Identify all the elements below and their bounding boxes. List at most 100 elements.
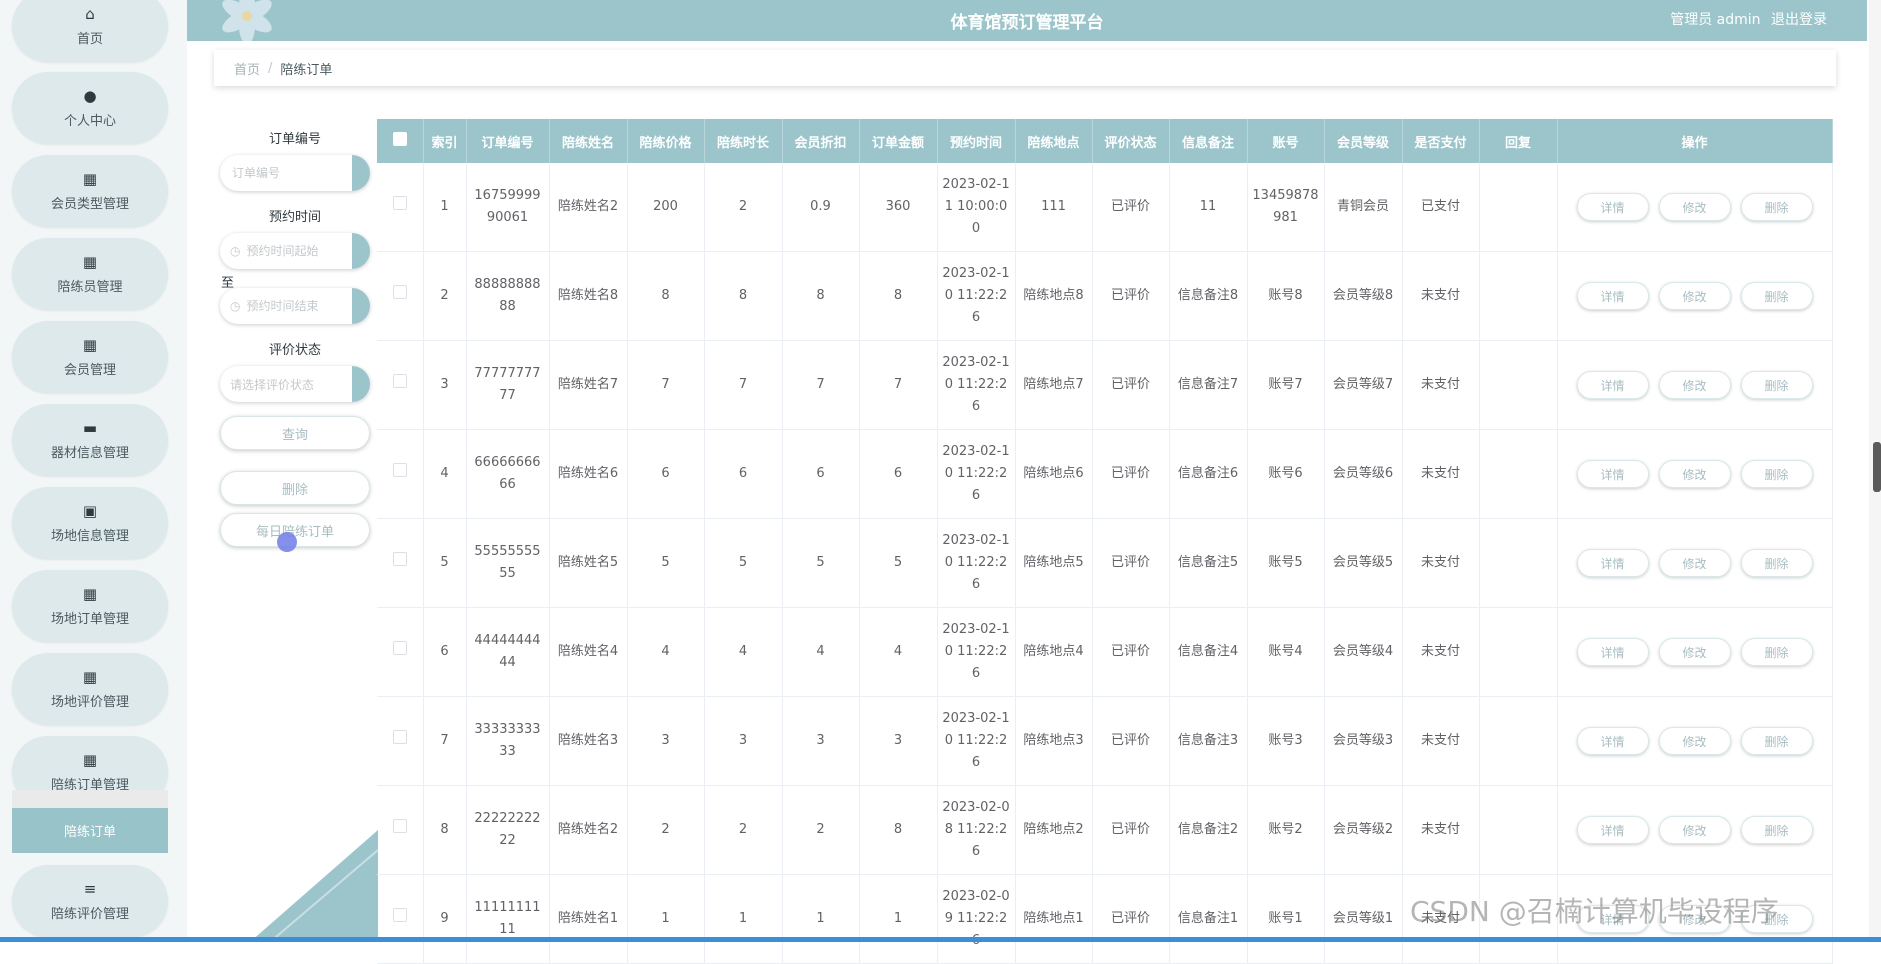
review-status-select[interactable]: 请选择评价状态 bbox=[220, 366, 370, 402]
column-header: 订单金额 bbox=[859, 119, 938, 163]
delete-row-button[interactable]: 删除 bbox=[1740, 638, 1813, 666]
delete-row-button[interactable]: 删除 bbox=[1740, 371, 1813, 399]
detail-button[interactable]: 详情 bbox=[1576, 727, 1649, 755]
edit-button[interactable]: 修改 bbox=[1658, 282, 1731, 310]
delete-row-button[interactable]: 删除 bbox=[1740, 727, 1813, 755]
table-cell: 青铜会员 bbox=[1324, 163, 1403, 252]
table-cell: 200 bbox=[627, 163, 705, 252]
table-cell: 会员等级7 bbox=[1324, 340, 1403, 430]
table-row: 3 7777777777 陪练姓名7 7 7 7 7 2023-02-10 11:22:26 陪… bbox=[377, 340, 1833, 430]
row-checkbox[interactable] bbox=[392, 285, 407, 299]
edit-button[interactable]: 修改 bbox=[1658, 727, 1731, 755]
table-row: 2 8888888888 陪练姓名8 8 8 8 8 2023-02-10 11:22:26 陪… bbox=[377, 251, 1833, 341]
table-cell bbox=[1479, 340, 1558, 430]
edit-button[interactable]: 修改 bbox=[1658, 816, 1731, 844]
table-cell: 4 bbox=[704, 607, 783, 697]
row-select-cell bbox=[377, 607, 424, 697]
table-cell: 陪练姓名3 bbox=[549, 696, 628, 786]
select-all-checkbox[interactable] bbox=[392, 132, 407, 146]
clipboard-icon: ▣ bbox=[82, 501, 98, 520]
detail-button[interactable]: 详情 bbox=[1576, 282, 1649, 310]
row-checkbox[interactable] bbox=[392, 374, 407, 388]
grid-icon: ▦ bbox=[82, 252, 98, 271]
delete-row-button[interactable]: 删除 bbox=[1740, 282, 1813, 310]
table-cell: 信息备注2 bbox=[1169, 785, 1248, 875]
sidebar-item[interactable]: ≡ 陪练评价管理 bbox=[12, 865, 168, 937]
breadcrumb-home[interactable]: 首页 bbox=[234, 59, 260, 78]
edit-button[interactable]: 修改 bbox=[1658, 638, 1731, 666]
time-end-input[interactable] bbox=[244, 298, 345, 314]
user-area: 管理员 admin 退出登录 bbox=[1664, 9, 1827, 29]
detail-button[interactable]: 详情 bbox=[1576, 638, 1649, 666]
delete-button[interactable]: 删除 bbox=[220, 471, 370, 505]
table-cell: 6 bbox=[627, 429, 705, 519]
sidebar-item[interactable]: ▦ 场地订单管理 bbox=[12, 570, 168, 642]
detail-button[interactable]: 详情 bbox=[1576, 549, 1649, 577]
mouse-cursor-indicator bbox=[277, 532, 297, 552]
detail-button[interactable]: 详情 bbox=[1576, 816, 1649, 844]
sidebar-divider bbox=[12, 790, 168, 810]
table-cell: 2 bbox=[423, 251, 467, 341]
row-checkbox[interactable] bbox=[392, 730, 407, 744]
delete-row-button[interactable]: 删除 bbox=[1740, 816, 1813, 844]
select-all-header[interactable] bbox=[377, 119, 424, 163]
page-scrollbar-thumb[interactable] bbox=[1873, 442, 1881, 492]
sidebar-item-label: 个人中心 bbox=[63, 113, 116, 129]
row-checkbox[interactable] bbox=[392, 819, 407, 833]
sidebar-item[interactable]: ▣ 场地信息管理 bbox=[12, 487, 168, 559]
table-row: 1 1675999990061 陪练姓名2 200 2 0.9 360 2023-02-11 … bbox=[377, 163, 1833, 252]
column-header: 是否支付 bbox=[1402, 119, 1480, 163]
delete-row-button[interactable]: 删除 bbox=[1740, 193, 1813, 221]
order-no-input[interactable] bbox=[230, 165, 344, 181]
row-actions: 详情 修改 删除 bbox=[1557, 340, 1833, 430]
column-header: 订单编号 bbox=[466, 119, 550, 163]
sidebar-item[interactable]: ⌂ 首页 bbox=[12, 0, 168, 62]
table-cell: 2023-02-10 11:22:26 bbox=[937, 696, 1016, 786]
table-cell: 已支付 bbox=[1402, 163, 1480, 252]
table-cell: 4444444444 bbox=[466, 607, 550, 697]
sidebar-item[interactable]: ● 个人中心 bbox=[12, 72, 168, 144]
table-cell: 账号6 bbox=[1247, 429, 1325, 519]
sidebar-subitem-active[interactable]: 陪练订单 bbox=[12, 808, 168, 853]
edit-button[interactable]: 修改 bbox=[1658, 460, 1731, 488]
table-cell: 账号1 bbox=[1247, 874, 1325, 964]
delete-row-button[interactable]: 删除 bbox=[1740, 460, 1813, 488]
table-cell: 5 bbox=[859, 518, 938, 608]
table-cell: 7 bbox=[704, 340, 783, 430]
detail-button[interactable]: 详情 bbox=[1576, 371, 1649, 399]
clock-icon: ◷ bbox=[230, 299, 241, 313]
time-start-input[interactable] bbox=[244, 243, 345, 259]
row-checkbox[interactable] bbox=[392, 196, 407, 210]
table-cell: 陪练姓名5 bbox=[549, 518, 628, 608]
sidebar-item-label: 陪练评价管理 bbox=[50, 906, 129, 922]
row-checkbox[interactable] bbox=[392, 463, 407, 477]
table-cell: 信息备注5 bbox=[1169, 518, 1248, 608]
table-cell bbox=[1479, 696, 1558, 786]
sidebar-item[interactable]: ▬ 器材信息管理 bbox=[12, 404, 168, 476]
query-button[interactable]: 查询 bbox=[220, 416, 370, 450]
table-cell: 已评价 bbox=[1092, 874, 1170, 964]
table-cell: 陪练地点6 bbox=[1015, 429, 1093, 519]
delete-row-button[interactable]: 删除 bbox=[1740, 549, 1813, 577]
detail-button[interactable]: 详情 bbox=[1576, 460, 1649, 488]
sidebar-item[interactable]: ▦ 陪练员管理 bbox=[12, 238, 168, 310]
sidebar-item[interactable]: ▦ 场地评价管理 bbox=[12, 653, 168, 725]
row-checkbox[interactable] bbox=[392, 908, 407, 922]
table-cell: 陪练地点2 bbox=[1015, 785, 1093, 875]
column-header: 会员折扣 bbox=[782, 119, 860, 163]
sidebar-item-label: 场地订单管理 bbox=[50, 611, 129, 627]
sidebar-item[interactable]: ▦ 会员类型管理 bbox=[12, 155, 168, 227]
edit-button[interactable]: 修改 bbox=[1658, 549, 1731, 577]
sidebar-item[interactable]: ▦ 会员管理 bbox=[12, 321, 168, 393]
table-cell: 2 bbox=[704, 785, 783, 875]
table-cell: 2023-02-10 11:22:26 bbox=[937, 518, 1016, 608]
table-cell: 9 bbox=[423, 874, 467, 964]
row-checkbox[interactable] bbox=[392, 641, 407, 655]
sidebar-item-label: 首页 bbox=[76, 31, 103, 47]
table-cell: 7 bbox=[627, 340, 705, 430]
edit-button[interactable]: 修改 bbox=[1658, 371, 1731, 399]
detail-button[interactable]: 详情 bbox=[1576, 193, 1649, 221]
edit-button[interactable]: 修改 bbox=[1658, 193, 1731, 221]
logout-link[interactable]: 退出登录 bbox=[1771, 12, 1827, 28]
row-checkbox[interactable] bbox=[392, 552, 407, 566]
